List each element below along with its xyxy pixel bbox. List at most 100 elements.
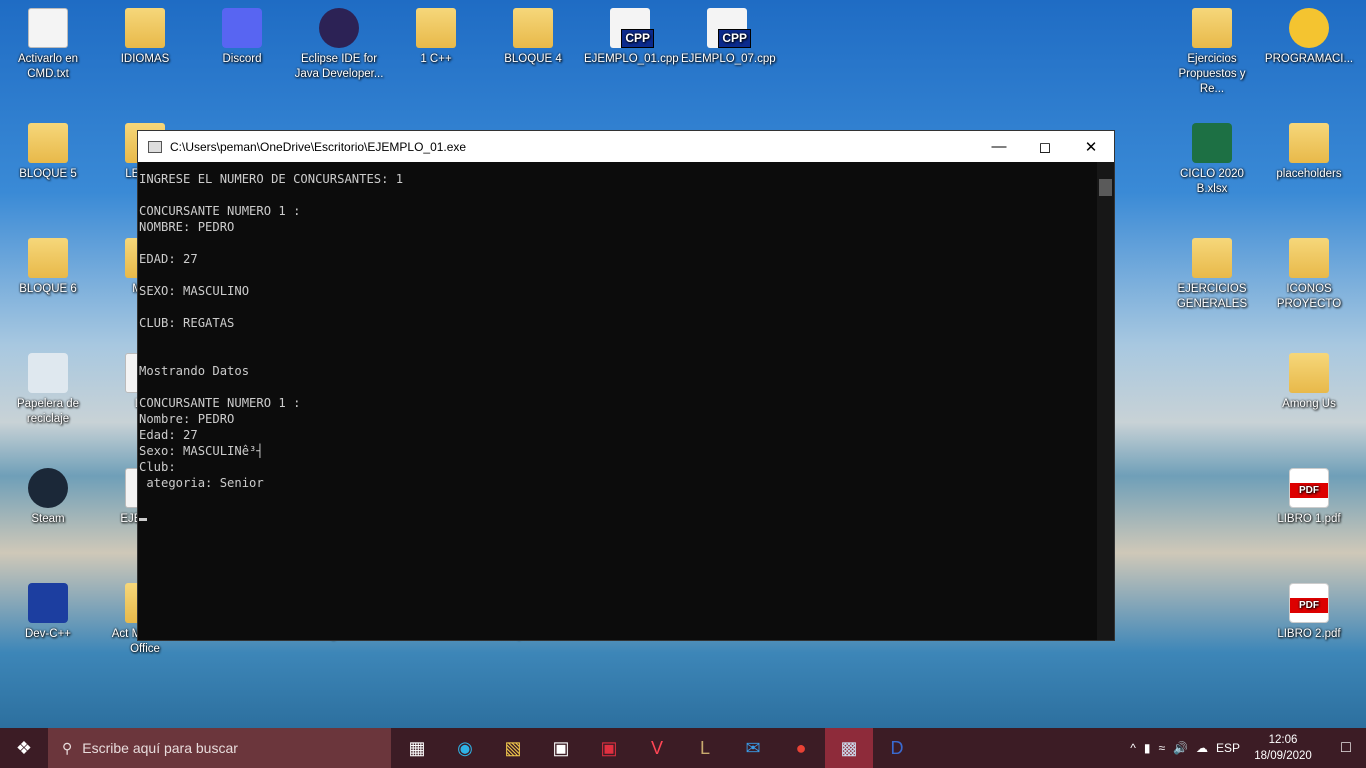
cpp-icon: CPP [610,8,654,48]
devcpp-icon [28,583,68,623]
taskbar-league-of-legends[interactable]: L [681,728,729,768]
desktop-icon-label: EJEMPLO_07.cpp [681,53,776,65]
desktop-icon-label: Papelera de reciclaje [16,398,80,425]
minimize-button[interactable]: — [976,131,1022,162]
date: 18/09/2020 [1254,750,1312,762]
eclipse-icon [319,8,359,48]
pdf-icon: PDF [1289,583,1329,623]
folder-icon [1192,238,1232,278]
desktop-icon[interactable]: BLOQUE 4 [487,8,579,67]
taskbar-task-view[interactable]: ▦ [393,728,441,768]
desktop-icon[interactable]: EJERCICIOS GENERALES [1166,238,1258,312]
text-cursor [139,518,147,521]
volume-icon[interactable]: 🔊 [1173,741,1188,755]
window-title: C:\Users\peman\OneDrive\Escritorio\EJEMP… [170,139,467,154]
mail-icon: ✉ [745,737,761,758]
console-window[interactable]: C:\Users\peman\OneDrive\Escritorio\EJEMP… [137,130,1115,641]
desktop-icon[interactable]: CICLO 2020 B.xlsx [1166,123,1258,197]
console-line: Mostrando Datos [139,364,250,378]
desktop-icon-label: BLOQUE 6 [19,283,77,295]
desktop-icon[interactable]: 1 C++ [390,8,482,67]
folder-icon [125,8,165,48]
desktop-icon-label: EJEMPLO_01.cpp [584,53,679,65]
excel-icon [1192,123,1232,163]
start-button[interactable]: ❖ [0,728,48,768]
desktop-icon-label: Eclipse IDE for Java Developer... [294,53,384,80]
taskbar-console[interactable]: ▩ [825,728,873,768]
taskbar-store[interactable]: ▣ [537,728,585,768]
store-icon: ▣ [552,737,570,758]
desktop-icon-label: Among Us [1282,398,1336,410]
desktop-icon[interactable]: Ejercicios Propuestos y Re... [1166,8,1258,97]
discord-icon [222,8,262,48]
folder-icon [513,8,553,48]
taskbar-file-explorer[interactable]: ▧ [489,728,537,768]
folder-icon [416,8,456,48]
desktop-icon[interactable]: BLOQUE 5 [2,123,94,182]
language-indicator[interactable]: ESP [1216,741,1240,755]
close-button[interactable]: ✕ [1068,131,1114,162]
taskbar-gift[interactable]: ▣ [585,728,633,768]
desktop-icon-label: CICLO 2020 B.xlsx [1180,168,1244,195]
desktop-icon[interactable]: Among Us [1263,353,1355,412]
taskbar-mail[interactable]: ✉ [729,728,777,768]
desktop-icon[interactable]: Papelera de reciclaje [2,353,94,427]
console-line: Nombre: PEDRO [139,412,235,426]
desktop-icon[interactable]: PROGRAMACI... [1263,8,1355,67]
scrollbar-thumb[interactable] [1099,179,1112,196]
desktop-icon[interactable]: Activarlo en CMD.txt [2,8,94,82]
desktop-icon-label: Dev-C++ [24,628,72,640]
search-placeholder: Escribe aquí para buscar [82,740,238,756]
desktop-icon[interactable]: CPP EJEMPLO_07.cpp [681,8,776,67]
desktop-icon[interactable]: BLOQUE 6 [2,238,94,297]
console-line: NOMBRE: PEDRO [139,220,235,234]
desktop-icon[interactable]: Discord [196,8,288,67]
desktop-icon[interactable]: Steam [2,468,94,527]
desktop-icon[interactable]: Dev-C++ [2,583,94,642]
taskbar-chrome[interactable]: ● [777,728,825,768]
taskbar-edge[interactable]: ◉ [441,728,489,768]
taskbar-devcpp[interactable]: D [873,728,921,768]
console-icon: ▩ [840,737,858,758]
console-line: CONCURSANTE NUMERO 1 : [139,204,301,218]
taskbar-valorant[interactable]: V [633,728,681,768]
league-of-legends-icon: L [699,737,710,758]
windows-icon: ❖ [15,737,33,758]
desktop-icon-label: placeholders [1276,168,1342,180]
console-output[interactable]: INGRESE EL NUMERO DE CONCURSANTES: 1 CONC… [138,171,403,523]
desktop-icon[interactable]: Eclipse IDE for Java Developer... [293,8,385,82]
onedrive-icon[interactable]: ☁ [1196,741,1208,755]
recycle-icon [28,353,68,393]
desktop-icon-label: BLOQUE 4 [504,53,562,65]
desktop-icon[interactable]: PDF LIBRO 1.pdf [1263,468,1355,527]
file-explorer-icon: ▧ [504,737,522,758]
console-line: ategoria: Senior [139,476,264,490]
gift-icon: ▣ [600,737,618,758]
desktop-icon[interactable]: placeholders [1263,123,1355,182]
desktop-icon[interactable]: ICONOS PROYECTO [1263,238,1355,312]
notifications-icon[interactable]: □ [1326,739,1366,757]
folder-icon [28,238,68,278]
title-bar[interactable]: C:\Users\peman\OneDrive\Escritorio\EJEMP… [138,131,1114,162]
vertical-scrollbar[interactable] [1097,162,1114,640]
console-line: SEXO: MASCULINO [139,284,250,298]
pdf-icon: PDF [1289,468,1329,508]
desktop-icon[interactable]: PDF LIBRO 2.pdf [1263,583,1355,642]
search-box[interactable]: ⚲ Escribe aquí para buscar [48,728,391,768]
clock[interactable]: 12:06 18/09/2020 [1248,732,1318,764]
maximize-button[interactable]: ◻ [1022,131,1068,162]
chrome-icon: ● [795,737,807,758]
wifi-icon[interactable]: ≈ [1158,741,1165,755]
battery-icon[interactable]: ▮ [1144,741,1151,755]
desktop-icon[interactable]: IDIOMAS [99,8,191,67]
desktop-icon-label: EJERCICIOS GENERALES [1176,283,1248,310]
desktop-icon-label: BLOQUE 5 [19,168,77,180]
chevron-up-icon[interactable]: ^ [1130,741,1136,755]
desktop-icon[interactable]: CPP EJEMPLO_01.cpp [584,8,679,67]
file-icon [28,8,68,48]
task-view-icon: ▦ [408,737,426,758]
